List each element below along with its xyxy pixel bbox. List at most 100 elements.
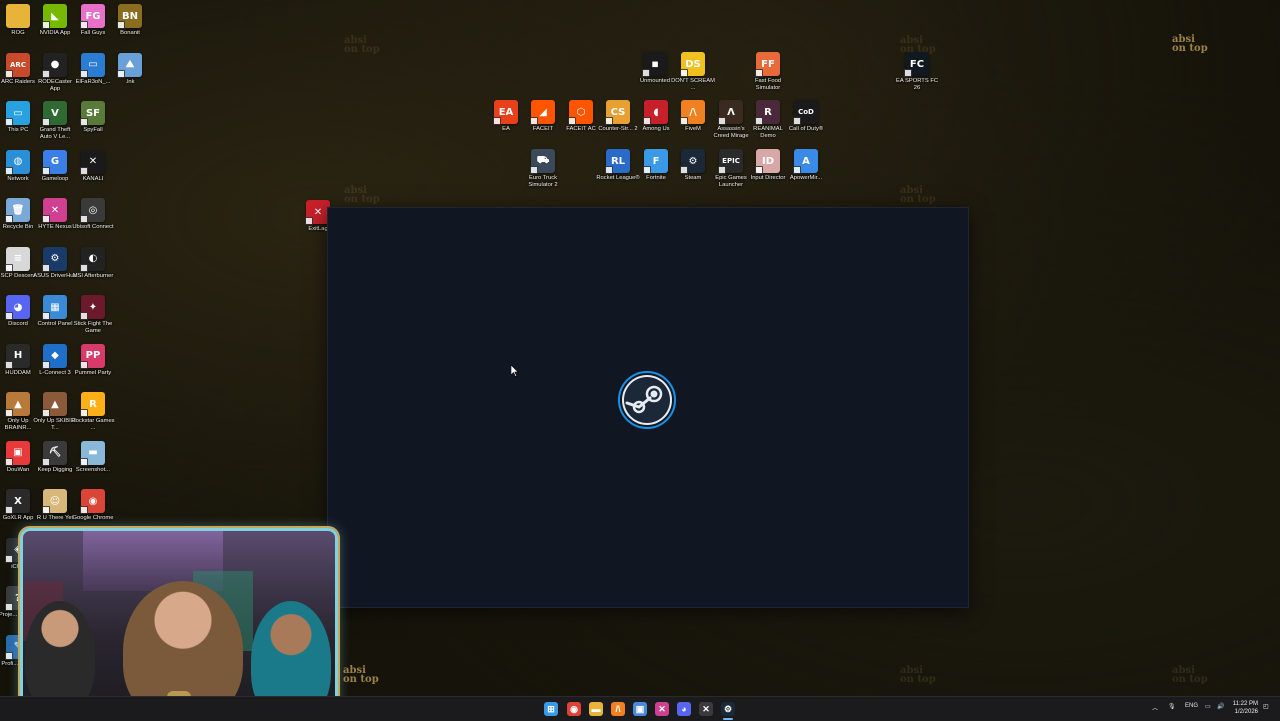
desktop-icon-msi-afterburner[interactable]: ◐ MSI Afterburner [71,246,115,280]
only-up-skibidi-icon: ▲ [42,392,67,417]
fivem-icon: /\ [615,704,621,714]
desktop-icon-call-of-duty[interactable]: CoD Call of Duty® [784,100,828,133]
desktop-icon-ubisoft[interactable]: ◎ Ubisoft Connect [71,198,115,231]
gta-icon: V [42,101,67,126]
pummel-party-icon: PP [80,343,105,369]
rockstar-icon: R [80,392,105,417]
dont-scream-icon: DS [680,52,705,77]
taskbar-fivem[interactable]: /\ [611,702,625,716]
desktop-icon-euro-truck[interactable]: ⛟ Euro Truck Simulator 2 [521,149,565,189]
desktop-icon-label: EA SPORTS FC 26 [895,78,939,91]
msi-afterburner-icon: ◐ [80,246,105,272]
desktop-icon-label: Call of Duty® [788,126,824,132]
desktop-icon-pummel-party[interactable]: PP Pummel Party [71,343,115,377]
epic-games-icon: EPIC [718,149,743,174]
desktop-icon-label: Pummel Party [74,369,112,376]
desktop-icon-ea-fc[interactable]: FC EA SPORTS FC 26 [895,52,939,92]
stick-fight-icon: ✦ [80,295,105,320]
steam-logo-icon [618,371,676,429]
desktop-icon-label: Screenshot... [75,466,111,473]
scp-descent-icon: ≡ [5,246,30,272]
desktop-icon-shortcut[interactable]: ⛰ .lnk [108,52,152,86]
desktop-icon-label: MSI Afterburner [72,272,114,279]
rodecaster-icon: ● [42,52,67,78]
stream-watermark: absi on top [343,665,379,685]
windows-icon: ⊞ [547,703,555,714]
tray-overflow-chevron-icon[interactable]: ︿ [1152,703,1158,712]
desktop-icon-stick-fight[interactable]: ✦ Stick Fight The Game [71,295,115,335]
fivem-icon: /\ [680,100,705,125]
ac-mirage-icon: Λ [718,100,743,125]
ea-fc-icon: FC [904,52,929,77]
microphone-icon[interactable]: 🎙 [1168,703,1176,710]
desktop-icon-apowermirror[interactable]: A ApowerMir... [784,149,828,182]
desktop-icon-label: ApowerMir... [789,175,823,181]
ru-there-yet-icon: ☺ [42,489,67,514]
taskbar-steam[interactable]: ⚙ [721,702,735,716]
desktop-icon-label: Ubisoft Connect [72,224,114,230]
desktop-icon-dont-scream[interactable]: DS DON'T SCREAM ... [671,52,715,92]
gameloop-icon: G [42,149,67,175]
taskbar-discord[interactable]: ◕ [677,702,691,716]
chrome-icon: ◉ [570,703,578,714]
desktop-icon-chrome[interactable]: ◉ Google Chrome [71,489,115,522]
desktop-icon-screenshot[interactable]: ▬ Screenshot... [71,440,115,474]
desktop-icon-fast-food[interactable]: FF Fast Food Simulator [746,52,790,92]
webcam-person-left [25,601,95,707]
spyfall-icon: SF [80,101,105,126]
desktop-icon-spyfall[interactable]: SF SpyFall [71,101,115,134]
desktop-icon-label: Stick Fight The Game [73,321,113,334]
euro-truck-icon: ⛟ [530,149,555,174]
among-us-icon: ◖ [643,100,668,125]
taskbar-hyte[interactable]: ✕ [655,702,669,716]
this-pc-icon: ▭ [5,101,30,126]
unmounted-icon: ◾ [642,52,667,77]
ea-icon: EA [493,100,518,125]
only-up-icon: ▲ [5,392,30,417]
webcam-overlay [20,528,338,710]
faceit-icon: ◢ [530,100,555,125]
desktop-icon-label: DON'T SCREAM ... [671,78,715,91]
language-indicator[interactable]: ENG [1185,703,1198,709]
desktop-icon-label: Euro Truck Simulator 2 [528,175,558,188]
start-button[interactable]: ⊞ [544,702,558,716]
wallpaper-watermark: absi on top [1172,665,1208,685]
taskbar-explorer[interactable]: ▬ [589,702,603,716]
apowermirror-icon: A [793,149,818,174]
stream-watermark: absi on top [1172,34,1208,54]
rocket-league-icon: RL [605,149,630,174]
folder-icon: ▬ [591,704,601,714]
desktop-icon-kanali[interactable]: ✕ KANALI [71,149,115,183]
shortcut-icon: ⛰ [117,52,142,78]
notification-bell-icon[interactable]: ◰ [1263,703,1269,710]
wallpaper-watermark: absi on top [344,35,380,55]
desktop-icon-label: Bonanit [120,30,140,36]
douwan-icon: ▣ [5,440,30,466]
desktop-icon-label: SpyFall [83,127,103,133]
desktop-icon-rockstar[interactable]: R Rockstar Games ... [71,392,115,432]
discord-icon: ◕ [681,704,687,714]
taskbar-app[interactable]: ▣ [633,702,647,716]
asus-driverhub-icon: ⚙ [42,246,67,272]
call-of-duty-icon: CoD [793,100,818,125]
text-file-icon: ▭ [80,52,105,78]
volume-icon[interactable]: 🔊 [1217,703,1224,710]
desktop-icon-bonanit[interactable]: BN Bonanit [108,4,152,37]
steam-icon: ⚙ [723,703,733,714]
chrome-icon: ◉ [80,489,105,514]
network-icon: ◍ [5,149,30,175]
taskbar-clock[interactable]: 11:22 PM 1/2/2026 [1233,700,1258,716]
webcam-person-right [251,601,331,707]
taskbar: ⊞◉▬/\▣✕◕✕⚙ ︿ 🎙 ENG ▭ 🔊 ▯ 11:22 PM 1/2/20… [0,696,1280,721]
taskbar-chrome[interactable]: ◉ [567,702,581,716]
wallpaper-watermark: absi on top [900,665,936,685]
steam-loading-window[interactable] [327,207,969,608]
hyte-nexus-icon: ✕ [658,703,666,714]
ubisoft-icon: ◎ [80,198,105,223]
fast-food-icon: FF [755,52,780,77]
taskbar-xbox[interactable]: ✕ [699,702,713,716]
goxlr-icon: X [5,489,30,514]
nvidia-icon: ◣ [42,4,67,29]
desktop-icon-label: KANALI [82,175,104,182]
recycle-bin-icon: 🗑 [5,198,30,223]
